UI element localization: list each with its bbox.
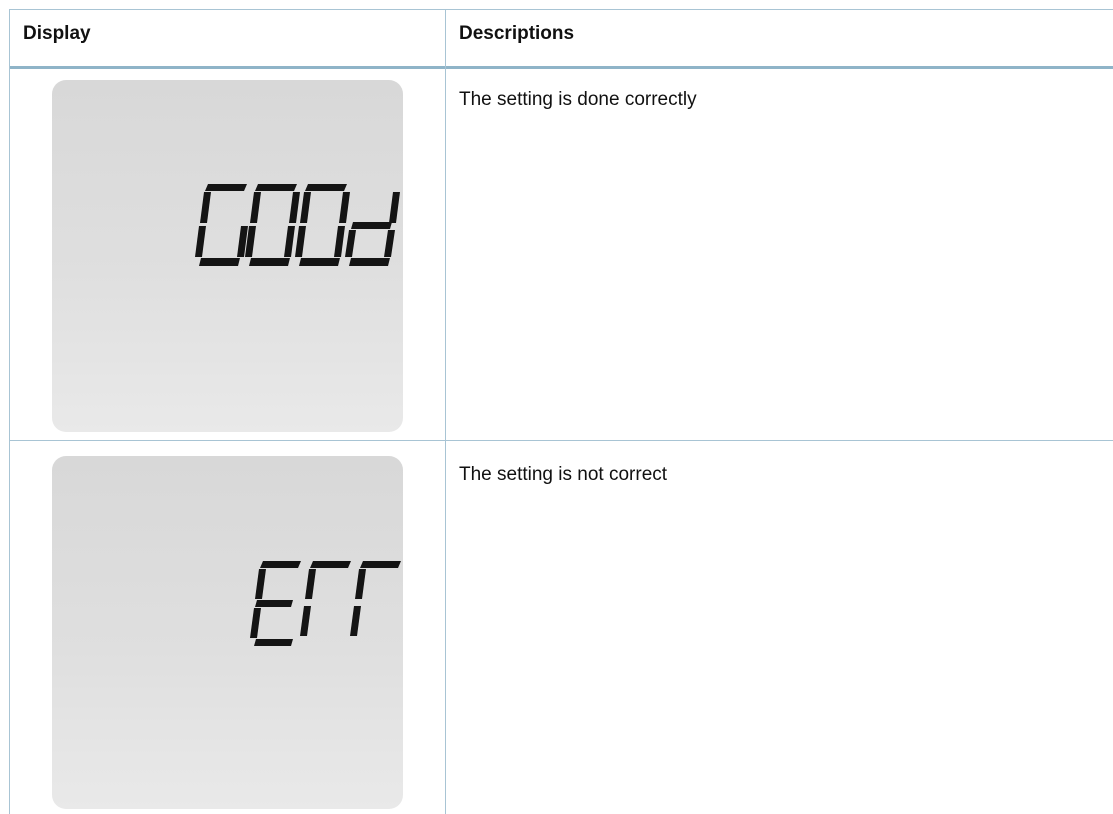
table-left-border [9, 9, 10, 814]
lcd-reading-err [250, 561, 401, 646]
column-divider [445, 9, 446, 814]
display-description-table: Display Descriptions The setting is done… [0, 0, 1113, 814]
description-row-2: The setting is not correct [459, 464, 668, 485]
header-descriptions: Descriptions [459, 23, 575, 44]
header-display: Display [23, 23, 91, 44]
header-bottom-border [9, 66, 1113, 69]
lcd-display-err [52, 456, 403, 809]
table-top-border [9, 9, 1113, 10]
row-divider [9, 440, 1113, 441]
lcd-reading-good [195, 184, 400, 266]
description-row-1: The setting is done correctly [459, 89, 697, 110]
lcd-display-good [52, 80, 403, 432]
